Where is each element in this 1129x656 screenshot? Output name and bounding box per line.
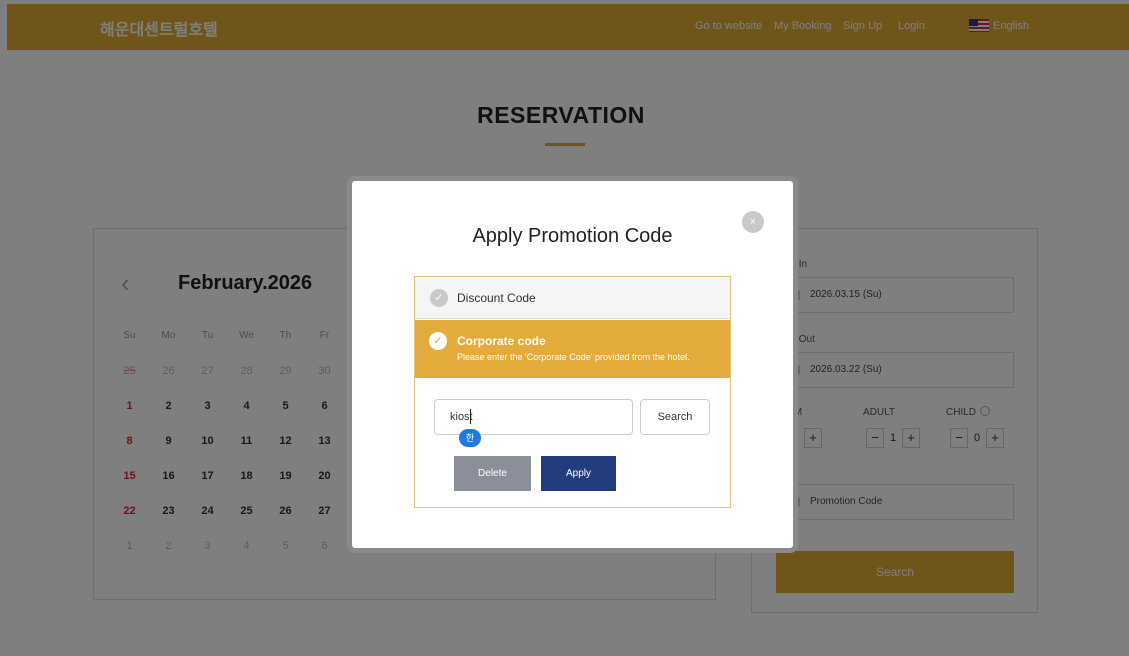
text-cursor — [470, 409, 471, 424]
corporate-code-option[interactable] — [415, 320, 730, 378]
delete-button[interactable]: Delete — [454, 456, 531, 491]
corporate-code-label: Corporate code — [457, 334, 546, 348]
code-search-button[interactable]: Search — [640, 399, 710, 435]
ime-indicator: 한 — [459, 429, 481, 447]
discount-code-label: Discount Code — [457, 291, 536, 305]
modal-title: Apply Promotion Code — [472, 225, 673, 247]
check-circle-icon: ✓ — [429, 332, 447, 350]
apply-button[interactable]: Apply — [541, 456, 616, 491]
check-circle-icon: ✓ — [430, 289, 448, 307]
corporate-code-description: Please enter the 'Corporate Code' provid… — [457, 352, 690, 362]
